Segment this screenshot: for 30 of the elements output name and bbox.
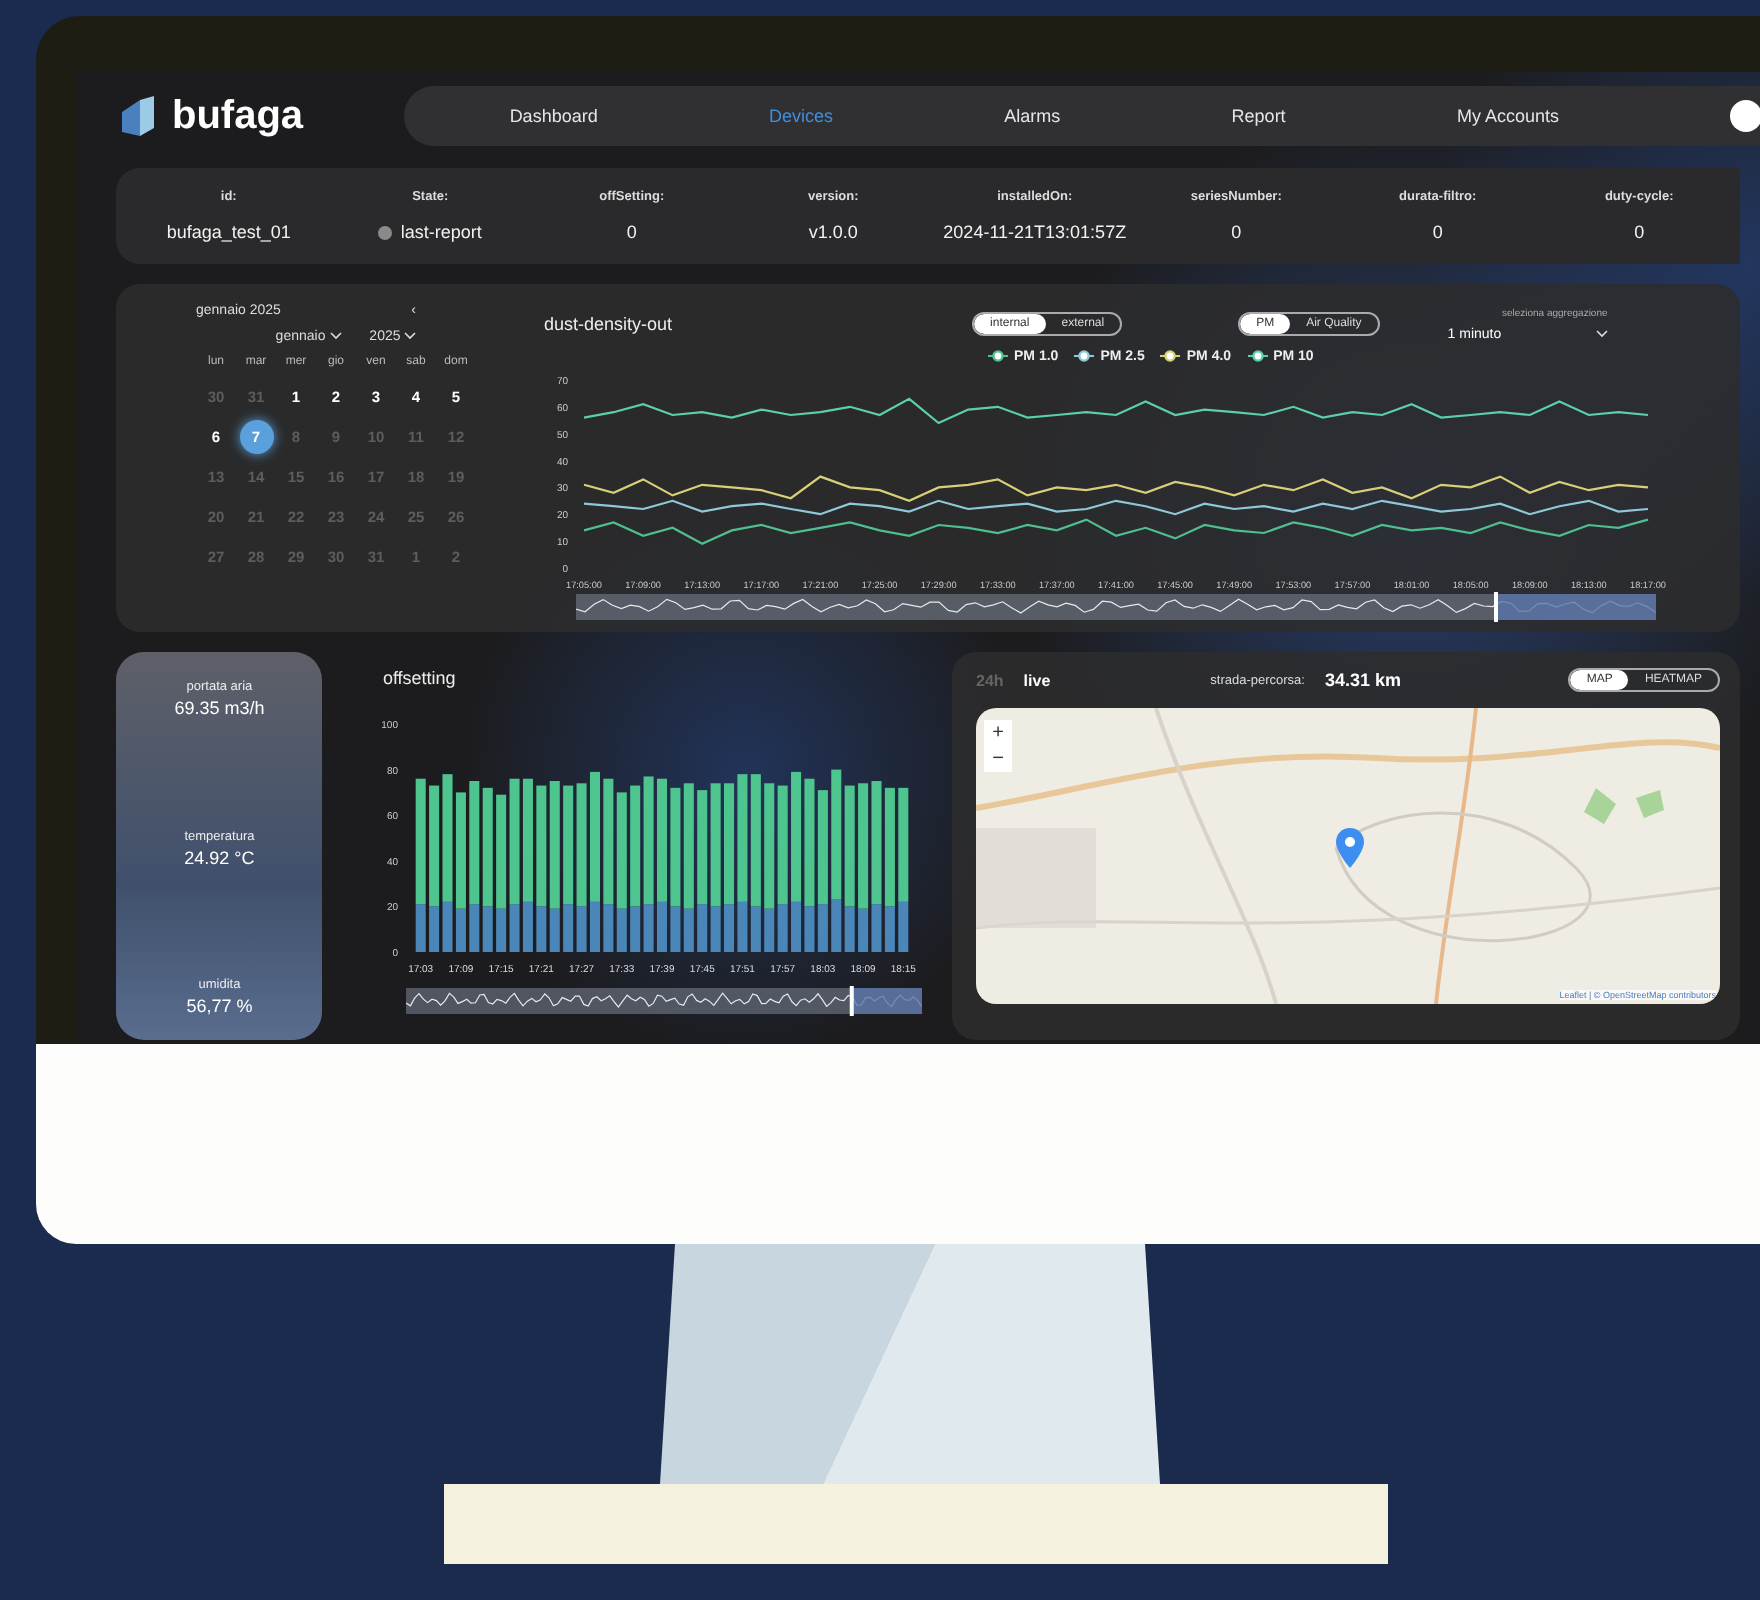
field-value: v1.0.0 bbox=[808, 222, 858, 242]
range-slider-window[interactable] bbox=[850, 986, 923, 1016]
nav-tab[interactable]: Devices bbox=[768, 106, 833, 126]
field-value: 0 bbox=[1432, 222, 1443, 242]
chevron-down-icon bbox=[404, 332, 417, 340]
range-slider-window[interactable] bbox=[1494, 592, 1656, 623]
distance-value: 34.31 km bbox=[1324, 670, 1401, 690]
chevron-down-icon bbox=[1595, 330, 1608, 339]
stat-value: 69.35 m3/h bbox=[174, 698, 265, 718]
field-value: 2024-11-21T13:01:57Z bbox=[943, 222, 1127, 242]
range-tab[interactable]: live bbox=[1023, 671, 1051, 689]
nav-tab[interactable]: My Accounts bbox=[1456, 106, 1559, 126]
nav-tab[interactable]: Alarms bbox=[1004, 106, 1061, 126]
status-value: last-report bbox=[378, 222, 482, 242]
chart-title: offsetting bbox=[382, 668, 458, 688]
field-value: 0 bbox=[1634, 222, 1645, 242]
toggle-knob[interactable] bbox=[1730, 100, 1760, 132]
nav-tab[interactable]: Dashboard bbox=[509, 106, 598, 126]
field-value: 0 bbox=[626, 222, 637, 242]
chart-title: dust-density-out bbox=[544, 314, 673, 335]
stat-value: 24.92 °C bbox=[184, 847, 255, 867]
field-value: bufaga_test_01 bbox=[166, 222, 291, 242]
nav-tab[interactable]: Report bbox=[1231, 106, 1286, 126]
field-value: 0 bbox=[1231, 222, 1242, 242]
map-pin-icon[interactable] bbox=[1336, 828, 1364, 868]
chevron-down-icon bbox=[329, 332, 342, 340]
brand-name: bufaga bbox=[172, 93, 304, 139]
stat-value: 56,77 % bbox=[186, 996, 253, 1016]
status-dot bbox=[378, 225, 393, 239]
range-tab[interactable]: 24h bbox=[976, 671, 1004, 689]
